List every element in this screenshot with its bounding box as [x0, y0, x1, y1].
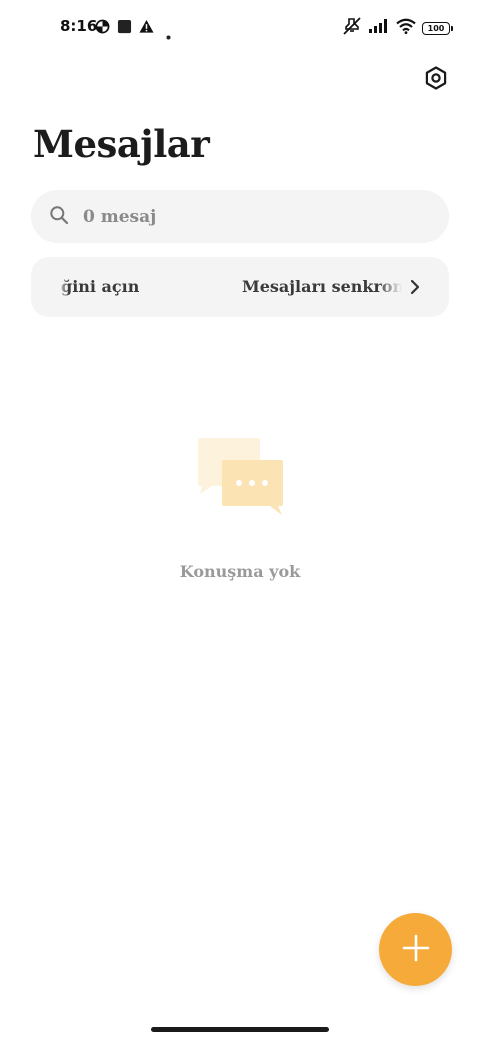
signal-icon — [368, 18, 390, 38]
settings-button[interactable] — [420, 64, 452, 96]
search-bar[interactable] — [31, 190, 449, 243]
status-right: 100 — [342, 16, 453, 40]
warning-icon — [139, 19, 154, 38]
chat-bubbles-icon — [194, 436, 286, 518]
app-notification-icon — [117, 19, 132, 38]
status-bar: 8:16 100 — [0, 0, 480, 56]
home-indicator[interactable] — [151, 1027, 329, 1032]
search-icon — [49, 205, 69, 229]
plus-icon — [402, 934, 430, 966]
settings-hexagon-icon — [423, 65, 449, 95]
search-input[interactable] — [81, 205, 405, 228]
sync-text-fragment-end: Mesajları senkron — [242, 277, 402, 296]
page-title: Mesajlar — [33, 122, 210, 166]
dot-icon — [166, 25, 171, 44]
sync-banner[interactable]: ğini açın Mesajları senkron — [31, 257, 449, 317]
new-message-fab[interactable] — [379, 913, 452, 986]
empty-state-text: Konuşma yok — [179, 562, 301, 581]
data-saver-icon — [95, 19, 110, 38]
sync-marquee: ğini açın Mesajları senkron — [57, 257, 402, 317]
sync-text-fragment-start: ğini açın — [61, 277, 140, 296]
battery-icon: 100 — [422, 21, 453, 35]
mute-icon — [342, 16, 362, 40]
wifi-icon — [396, 18, 416, 38]
chevron-right-icon — [405, 277, 425, 297]
status-time: 8:16 — [60, 17, 98, 35]
